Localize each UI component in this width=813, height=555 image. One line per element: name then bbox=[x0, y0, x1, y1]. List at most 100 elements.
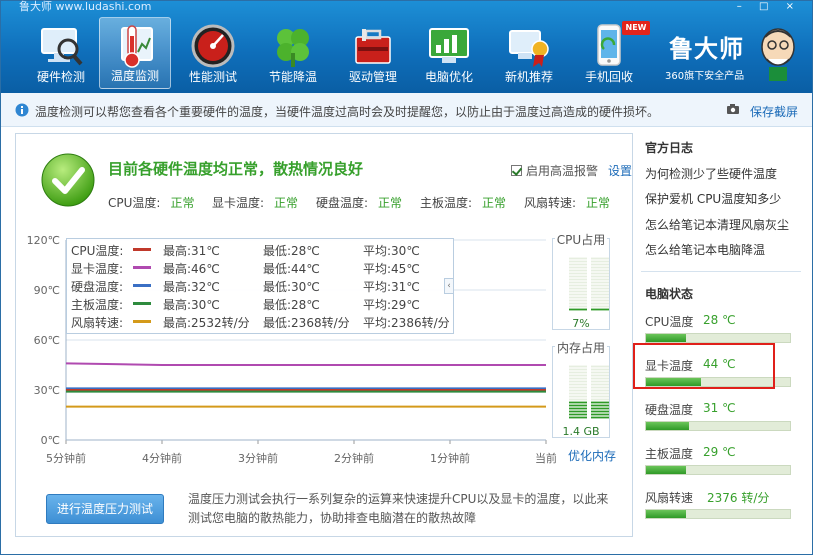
gauge-segment bbox=[569, 395, 587, 398]
summary-value: 正常 bbox=[274, 196, 299, 210]
tool-driver-manager[interactable]: 驱动管理 bbox=[337, 17, 409, 89]
alarm-toggle[interactable]: 启用高温报警 bbox=[511, 162, 598, 179]
gauge-segment bbox=[569, 287, 587, 290]
gauge-segment bbox=[591, 392, 609, 395]
gauge-segment bbox=[569, 266, 587, 269]
summary-gpu: 显卡温度: 正常 bbox=[212, 194, 298, 211]
tool-performance-test[interactable]: 性能测试 bbox=[177, 17, 249, 89]
stat-bar bbox=[645, 421, 791, 431]
gauge-title: CPU占用 bbox=[553, 231, 609, 248]
gauge-segment bbox=[569, 386, 587, 389]
app-window: 鲁大师 www.ludashi.com – □ × 硬件检测 温度监测 性能测试… bbox=[0, 0, 813, 555]
legend-swatch bbox=[133, 320, 151, 323]
tool-pc-optimize[interactable]: 电脑优化 bbox=[413, 17, 485, 89]
stat-value: 2376 转/分 bbox=[707, 491, 770, 505]
gauge-segment bbox=[569, 407, 587, 410]
info-text: 温度检测可以帮您查看各个重要硬件的温度，当硬件温度过高时会及时提醒您，以防止由于… bbox=[35, 105, 660, 119]
x-tick-label: 2分钟前 bbox=[334, 451, 374, 464]
tool-label: 新机推荐 bbox=[504, 70, 553, 84]
gauge-segment bbox=[591, 269, 609, 272]
maximize-button[interactable]: □ bbox=[759, 1, 768, 12]
gauge-segment bbox=[591, 410, 609, 413]
gauge-segment bbox=[569, 380, 587, 383]
legend-avg: 平均:31℃ bbox=[363, 280, 420, 294]
y-tick-label: 0℃ bbox=[41, 434, 60, 447]
memory-usage-title: 内存占用 bbox=[554, 341, 607, 355]
settings-link[interactable]: 设置 bbox=[608, 162, 632, 179]
legend-collapse-button[interactable]: ‹ bbox=[444, 278, 454, 294]
speedometer-icon bbox=[191, 24, 235, 68]
temperature-panel: 目前各硬件温度均正常，散热情况良好 启用高温报警 设置 CPU温度: 正常 显卡温… bbox=[15, 133, 633, 537]
x-tick-label: 1分钟前 bbox=[430, 451, 470, 464]
clover-leaf-icon bbox=[277, 29, 309, 67]
x-tick-label: 3分钟前 bbox=[238, 451, 278, 464]
memory-usage-gauge: 内存占用 1.4 GB bbox=[552, 341, 610, 438]
summary-value: 正常 bbox=[586, 196, 611, 210]
gauge-segment bbox=[569, 290, 587, 293]
alarm-checkbox[interactable] bbox=[511, 165, 522, 176]
stat-bar bbox=[645, 333, 791, 343]
legend-row-gpu: 显卡温度: 最高:46℃ 最低:44℃ 平均:45℃ bbox=[71, 259, 451, 276]
legend-row-board: 主板温度: 最高:30℃ 最低:28℃ 平均:29℃ bbox=[71, 295, 451, 312]
tool-label: 温度监测 bbox=[110, 69, 159, 83]
legend-avg: 平均:45℃ bbox=[363, 262, 420, 276]
tool-label: 驱动管理 bbox=[348, 70, 397, 84]
stat-bar bbox=[645, 465, 791, 475]
tool-temperature-monitor[interactable]: 温度监测 bbox=[99, 17, 171, 89]
tool-new-pc-recommend[interactable]: 新机推荐 bbox=[493, 17, 565, 89]
x-tick-label: 当前 bbox=[535, 451, 556, 464]
gauge-segment bbox=[569, 365, 587, 368]
gauge-segment bbox=[569, 260, 587, 263]
stat-fan-speed: 风扇转速 2376 转/分 bbox=[645, 489, 793, 527]
gauge-segment bbox=[591, 398, 609, 401]
optimize-memory-link[interactable]: 优化内存 bbox=[568, 447, 616, 464]
gauge-segment bbox=[591, 383, 609, 386]
window-title: 鲁大师 www.ludashi.com bbox=[19, 0, 152, 13]
news-item[interactable]: 怎么给笔记本清理风扇灰尘 bbox=[645, 216, 789, 233]
tool-energy-saving[interactable]: 节能降温 bbox=[257, 17, 329, 89]
gauge-segment bbox=[591, 281, 609, 284]
brand-logo: 鲁大师 360旗下安全产品 bbox=[665, 23, 805, 87]
gauge-segment bbox=[569, 263, 587, 266]
gauge-segment bbox=[569, 398, 587, 401]
gauge-segment bbox=[569, 305, 587, 308]
cpu-usage-title: CPU占用 bbox=[554, 233, 608, 247]
legend-min: 最低:2368转/分 bbox=[263, 316, 350, 330]
legend-min: 最低:44℃ bbox=[263, 262, 320, 276]
legend-name: 硬盘温度: bbox=[71, 280, 124, 294]
news-item[interactable]: 保护爱机 CPU温度知多少 bbox=[645, 190, 781, 207]
gauge-segment bbox=[569, 293, 587, 296]
gauge-segment bbox=[569, 257, 587, 260]
window-controls: – □ × bbox=[723, 1, 794, 13]
news-item[interactable]: 为何检测少了些硬件温度 bbox=[645, 165, 777, 182]
gauge-segment bbox=[591, 263, 609, 266]
news-item[interactable]: 怎么给笔记本电脑降温 bbox=[645, 241, 765, 258]
summary-value: 正常 bbox=[170, 196, 195, 210]
gauge-segment bbox=[569, 413, 587, 416]
minimize-button[interactable]: – bbox=[737, 1, 742, 12]
save-screenshot-link[interactable]: 保存截屏 bbox=[750, 103, 798, 120]
y-tick-label: 120℃ bbox=[27, 234, 60, 247]
top-toolbar: 鲁大师 www.ludashi.com – □ × 硬件检测 温度监测 性能测试… bbox=[1, 1, 812, 93]
tool-label: 硬件检测 bbox=[36, 70, 85, 84]
alarm-label: 启用高温报警 bbox=[526, 164, 599, 178]
legend-row-fan: 风扇转速: 最高:2532转/分 最低:2368转/分 平均:2386转/分 bbox=[71, 313, 451, 330]
gauge-segment bbox=[569, 410, 587, 413]
gauge-segment bbox=[569, 299, 587, 302]
legend-max: 最高:2532转/分 bbox=[163, 316, 250, 330]
gauge-segment bbox=[591, 308, 609, 311]
gauge-segment bbox=[591, 305, 609, 308]
gauge-segment bbox=[591, 287, 609, 290]
gauge-segment bbox=[569, 278, 587, 281]
gauge-segment bbox=[569, 308, 587, 311]
check-circle-icon bbox=[41, 153, 95, 207]
gauge-segment bbox=[569, 374, 587, 377]
gauge-segment bbox=[591, 371, 609, 374]
gauge-segment bbox=[591, 380, 609, 383]
close-button[interactable]: × bbox=[786, 1, 794, 12]
stress-test-button[interactable]: 进行温度压力测试 bbox=[46, 494, 164, 524]
gauge-segment bbox=[591, 260, 609, 263]
cpu-usage-gauge: CPU占用 7% bbox=[552, 233, 610, 330]
tool-hardware-check[interactable]: 硬件检测 bbox=[25, 17, 97, 89]
legend-max: 最高:31℃ bbox=[163, 244, 220, 258]
